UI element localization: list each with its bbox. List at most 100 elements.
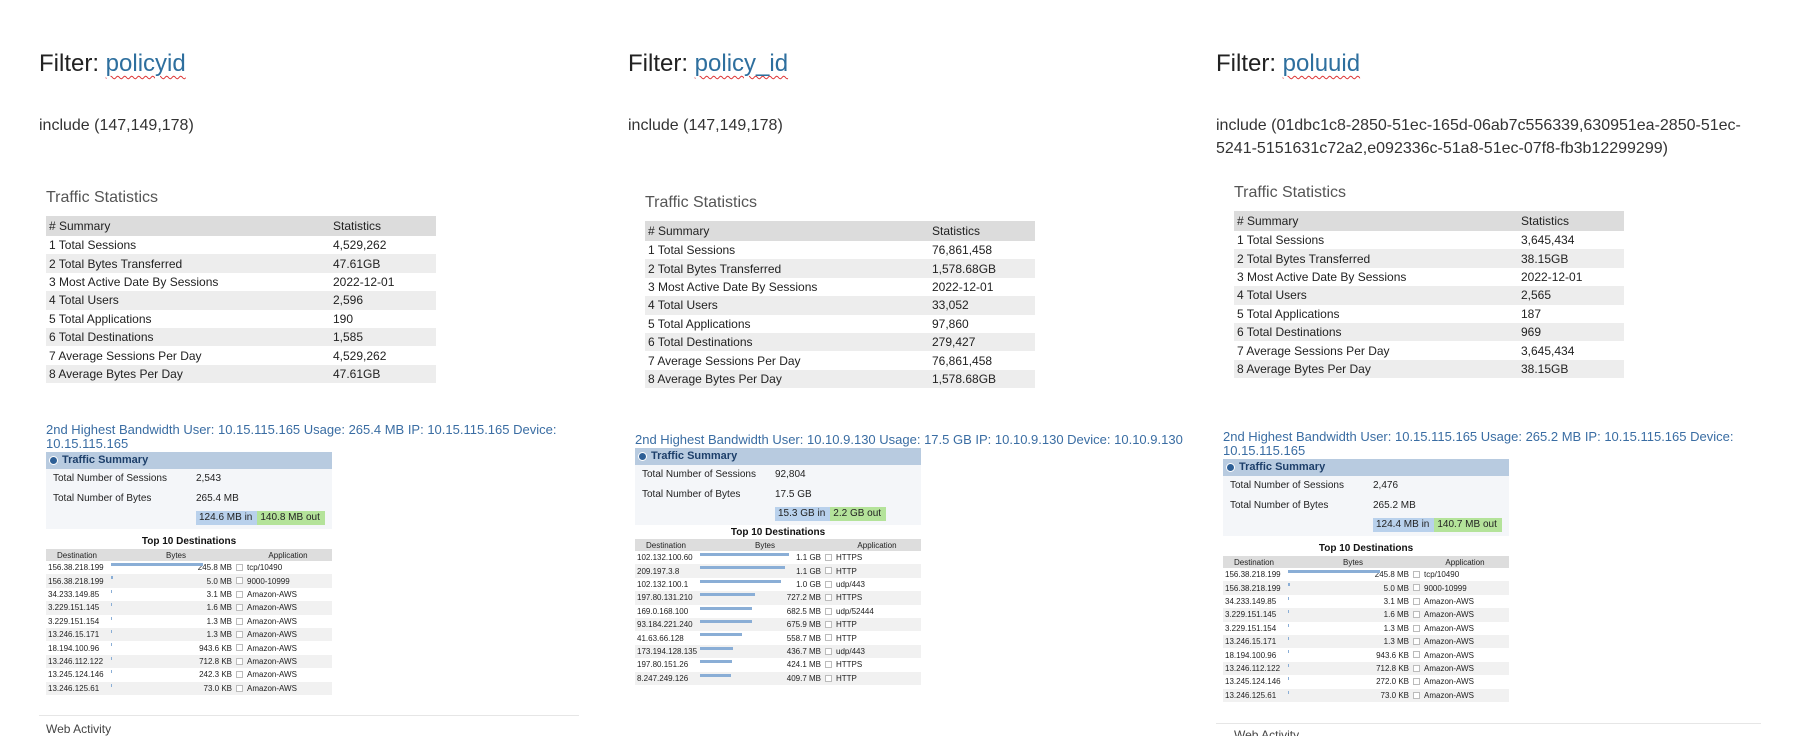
row-checkbox-icon[interactable]	[236, 630, 243, 638]
row-checkbox-icon[interactable]	[825, 647, 832, 655]
total-sessions-label: Total Number of Sessions	[1230, 480, 1344, 491]
destination-row[interactable]: 13.246.15.171 1.3 MB Amazon-AWS	[1223, 634, 1509, 649]
destination-row[interactable]: 156.38.218.199 5.0 MB 9000-10999	[1223, 581, 1509, 595]
row-checkbox-icon[interactable]	[236, 577, 243, 585]
bytes-bar	[111, 683, 112, 687]
destination-row[interactable]: 13.246.125.61 73.0 KB Amazon-AWS	[1223, 688, 1509, 702]
row-checkbox-icon[interactable]	[1413, 611, 1420, 619]
row-checkbox-icon[interactable]	[825, 634, 832, 642]
destination-bytes: 5.0 MB	[1285, 581, 1421, 595]
bytes-inout-row: 15.3 GB in 2.2 GB out	[635, 505, 921, 525]
row-checkbox-icon[interactable]	[825, 661, 832, 669]
bytes-value: 5.0 MB	[206, 576, 232, 586]
destination-row[interactable]: 13.246.112.122 712.8 KB Amazon-AWS	[1223, 661, 1509, 676]
destination-row[interactable]: 102.132.100.1 1.0 GB udp/443	[635, 578, 921, 591]
stats-row: 7 Average Sessions Per Day 3,645,434	[1234, 341, 1624, 360]
destination-row[interactable]: 93.184.221.240 675.9 MB HTTP	[635, 617, 921, 632]
destination-row[interactable]: 197.80.131.210 727.2 MB HTTPS	[635, 591, 921, 605]
destination-row[interactable]: 13.245.124.146 272.0 KB Amazon-AWS	[1223, 675, 1509, 688]
row-checkbox-icon[interactable]	[236, 684, 243, 692]
stats-label: 6 Total Destinations	[645, 332, 929, 352]
row-checkbox-icon[interactable]	[1413, 664, 1420, 672]
stats-value: 2022-12-01	[929, 277, 1035, 297]
total-bytes-value: 265.2 MB	[1373, 500, 1416, 511]
destination-row[interactable]: 13.246.15.171 1.3 MB Amazon-AWS	[46, 627, 332, 642]
collapse-icon[interactable]	[1226, 463, 1235, 472]
row-checkbox-icon[interactable]	[1413, 624, 1420, 632]
destination-application: udp/443	[833, 644, 921, 659]
row-checkbox-icon[interactable]	[1413, 637, 1420, 645]
destination-bytes: 1.3 MB	[1285, 634, 1421, 649]
destination-row[interactable]: 169.0.168.100 682.5 MB udp/52444	[635, 605, 921, 618]
row-checkbox-icon[interactable]	[236, 604, 243, 612]
row-checkbox-icon[interactable]	[1413, 571, 1420, 578]
row-checkbox-icon[interactable]	[825, 554, 832, 561]
row-checkbox-icon[interactable]	[825, 607, 832, 615]
stats-row: 2 Total Bytes Transferred 1,578.68GB	[645, 259, 1035, 278]
dest-header-destination: Destination	[635, 539, 697, 551]
stats-value: 33,052	[929, 296, 1035, 315]
destination-application: Amazon-AWS	[1421, 634, 1509, 649]
row-checkbox-icon[interactable]	[236, 657, 243, 665]
bytes-bar	[700, 619, 752, 623]
destination-ip: 102.132.100.60	[637, 553, 693, 563]
stats-header-statistics: Statistics	[1518, 211, 1624, 231]
destination-row[interactable]: 18.194.100.96 943.6 KB Amazon-AWS	[46, 641, 332, 654]
stats-label: 1 Total Sessions	[1234, 231, 1518, 250]
row-checkbox-icon[interactable]	[825, 674, 832, 682]
row-checkbox-icon[interactable]	[1413, 678, 1420, 686]
destination-row[interactable]: 3.229.151.154 1.3 MB Amazon-AWS	[46, 615, 332, 628]
destination-row[interactable]: 18.194.100.96 943.6 KB Amazon-AWS	[1223, 648, 1509, 661]
traffic-summary-header[interactable]: Traffic Summary	[46, 452, 332, 469]
destination-row[interactable]: 209.197.3.8 1.1 GB HTTP	[635, 564, 921, 578]
destination-ip: 102.132.100.1	[637, 579, 689, 589]
destination-row[interactable]: 156.38.218.199 5.0 MB 9000-10999	[46, 574, 332, 588]
traffic-summary-header[interactable]: Traffic Summary	[1223, 459, 1509, 476]
destination-application: Amazon-AWS	[1424, 623, 1474, 633]
total-bytes-row: Total Number of Bytes 265.2 MB	[1223, 496, 1509, 516]
destination-application: tcp/10490	[1424, 570, 1460, 580]
destination-row[interactable]: 13.246.125.61 73.0 KB Amazon-AWS	[46, 681, 332, 695]
dest-header-bytes: Bytes	[108, 549, 244, 561]
destination-row[interactable]: 3.229.151.154 1.3 MB Amazon-AWS	[1223, 622, 1509, 635]
traffic-summary-header[interactable]: Traffic Summary	[635, 448, 921, 465]
destination-row[interactable]: 3.229.151.145 1.6 MB Amazon-AWS	[46, 601, 332, 615]
total-bytes-row: Total Number of Bytes 265.4 MB	[46, 489, 332, 509]
destination-row[interactable]: 34.233.149.85 3.1 MB Amazon-AWS	[1223, 595, 1509, 608]
collapse-icon[interactable]	[49, 456, 58, 465]
row-checkbox-icon[interactable]	[236, 644, 243, 652]
destination-bytes: 1.6 MB	[108, 601, 244, 615]
row-checkbox-icon[interactable]	[825, 580, 832, 588]
destination-row[interactable]: 173.194.128.135 436.7 MB udp/443	[635, 644, 921, 659]
row-checkbox-icon[interactable]	[236, 590, 243, 598]
row-checkbox-icon[interactable]	[825, 620, 832, 628]
destination-application: udp/52444	[836, 606, 874, 616]
row-checkbox-icon[interactable]	[825, 567, 832, 575]
destination-bytes: 1.1 GB	[697, 564, 833, 578]
row-checkbox-icon[interactable]	[236, 564, 243, 571]
destination-row[interactable]: 156.38.218.199 245.8 MB tcp/10490	[1223, 568, 1509, 581]
destination-row[interactable]: 8.247.249.126 409.7 MB HTTP	[635, 671, 921, 685]
row-checkbox-icon[interactable]	[1413, 597, 1420, 605]
filter-key: policyid	[105, 50, 186, 77]
collapse-icon[interactable]	[638, 452, 647, 461]
row-checkbox-icon[interactable]	[1413, 584, 1420, 592]
row-checkbox-icon[interactable]	[236, 671, 243, 679]
row-checkbox-icon[interactable]	[825, 594, 832, 602]
destination-row[interactable]: 41.63.66.128 558.7 MB HTTP	[635, 631, 921, 644]
destination-row[interactable]: 156.38.218.199 245.8 MB tcp/10490	[46, 561, 332, 574]
stats-row: 7 Average Sessions Per Day 76,861,458	[645, 351, 1035, 370]
destination-row[interactable]: 102.132.100.60 1.1 GB HTTPS	[635, 551, 921, 564]
bytes-value: 272.0 KB	[1376, 677, 1409, 687]
row-checkbox-icon[interactable]	[1413, 691, 1420, 699]
destination-row[interactable]: 34.233.149.85 3.1 MB Amazon-AWS	[46, 588, 332, 601]
row-checkbox-icon[interactable]	[236, 617, 243, 625]
destination-row[interactable]: 13.246.112.122 712.8 KB Amazon-AWS	[46, 654, 332, 669]
destination-row[interactable]: 3.229.151.145 1.6 MB Amazon-AWS	[1223, 608, 1509, 622]
stats-value: 76,861,458	[929, 351, 1035, 370]
destination-row[interactable]: 197.80.151.26 424.1 MB HTTPS	[635, 658, 921, 671]
bytes-bar	[111, 643, 112, 647]
row-checkbox-icon[interactable]	[1413, 651, 1420, 659]
destination-row[interactable]: 13.245.124.146 242.3 KB Amazon-AWS	[46, 668, 332, 681]
traffic-statistics-table: # Summary Statistics 1 Total Sessions 3,6…	[1234, 211, 1624, 379]
